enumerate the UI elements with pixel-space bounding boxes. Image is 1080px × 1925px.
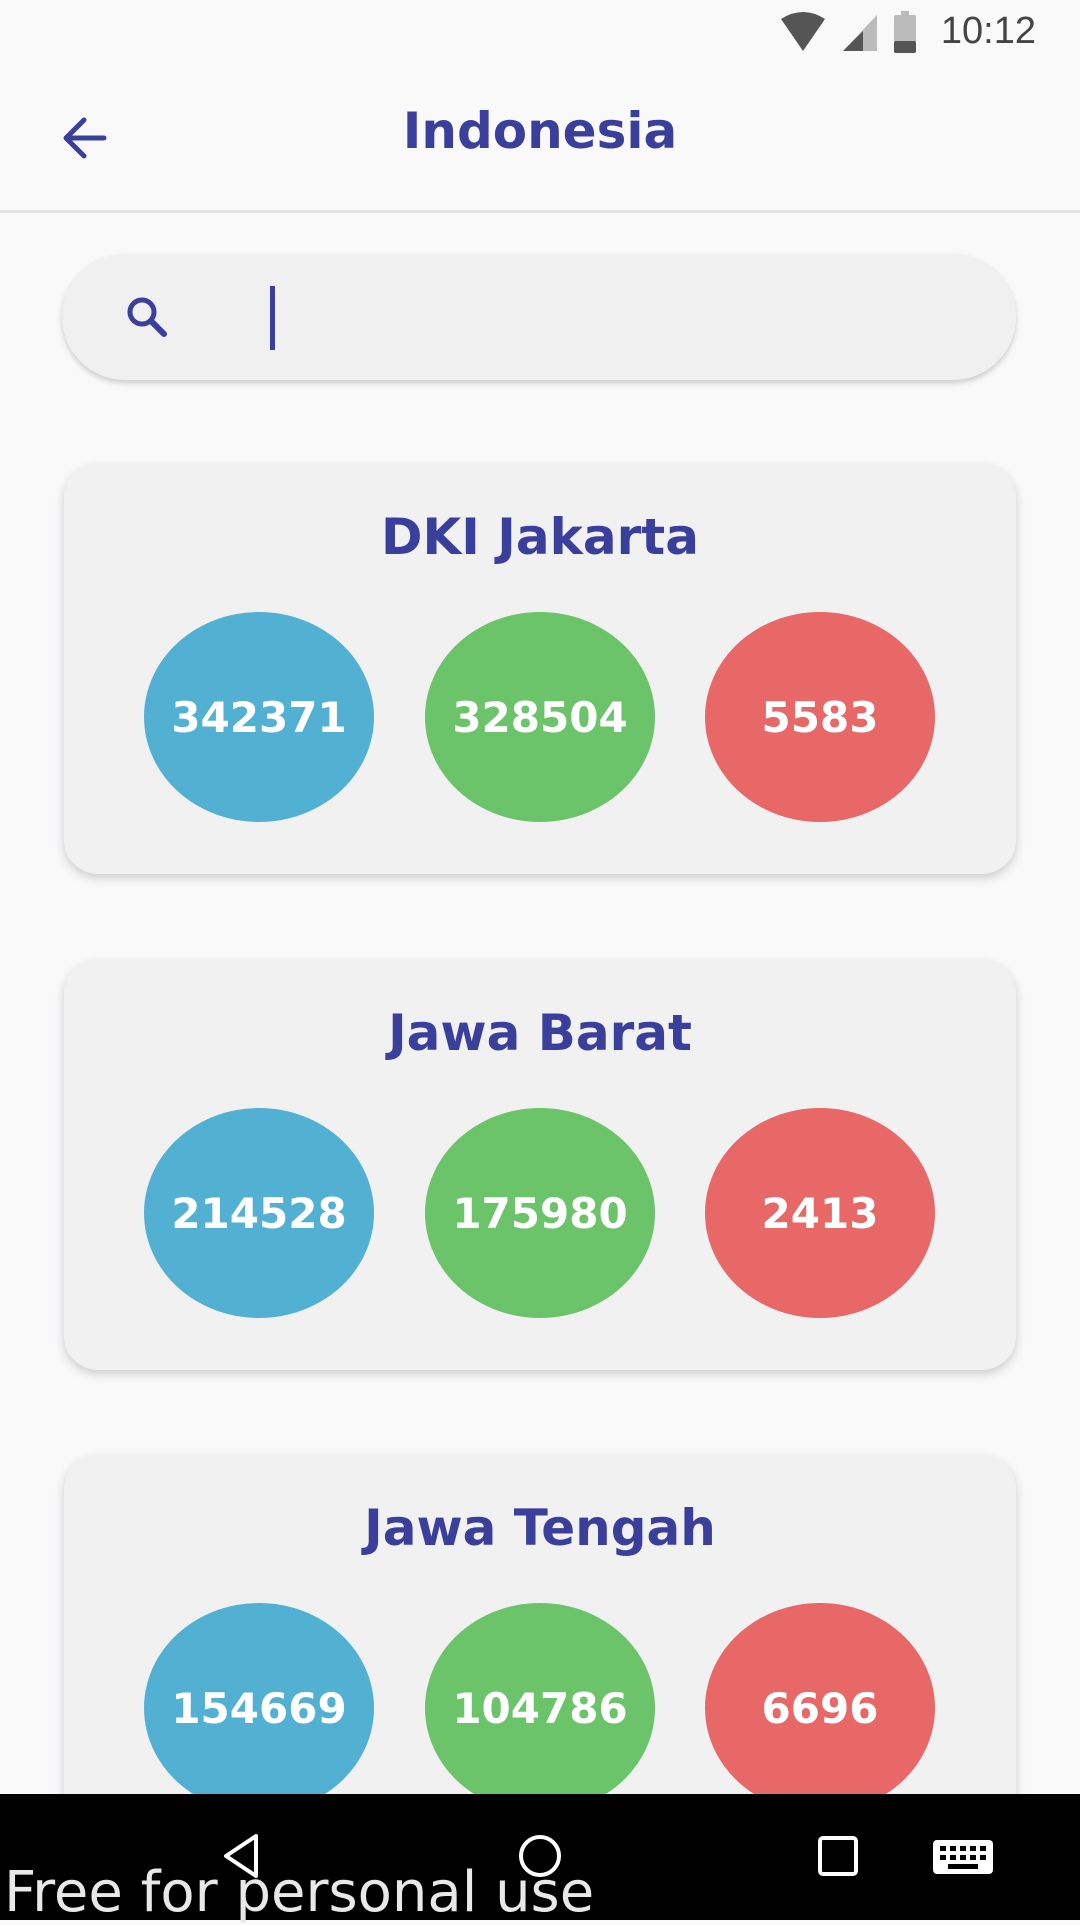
confirmed-count: 154669 <box>144 1603 374 1813</box>
keyboard-icon[interactable] <box>930 1826 996 1886</box>
province-card[interactable]: Jawa Barat 214528 175980 2413 <box>64 960 1016 1370</box>
status-time: 10:12 <box>940 10 1036 52</box>
watermark-text: Free for personal use <box>4 1860 595 1925</box>
recovered-count: 104786 <box>425 1603 655 1813</box>
page-title: Indonesia <box>402 102 678 160</box>
search-bar[interactable] <box>62 254 1016 380</box>
province-card[interactable]: DKI Jakarta 342371 328504 5583 <box>64 464 1016 874</box>
cell-signal-icon <box>842 14 877 51</box>
search-input[interactable] <box>210 280 974 356</box>
confirmed-count: 214528 <box>144 1108 374 1318</box>
app-bar: Indonesia <box>0 64 1080 213</box>
search-icon <box>127 297 167 337</box>
province-name: Jawa Barat <box>388 1004 692 1062</box>
status-bar: 10:12 <box>0 0 1080 64</box>
province-name: Jawa Tengah <box>364 1499 716 1557</box>
nav-recents-icon[interactable] <box>808 1826 868 1886</box>
wifi-icon <box>780 11 825 51</box>
battery-icon <box>893 10 916 53</box>
deaths-count: 5583 <box>705 612 935 822</box>
recovered-count: 175980 <box>425 1108 655 1318</box>
text-cursor <box>270 286 275 350</box>
deaths-count: 2413 <box>705 1108 935 1318</box>
province-name: DKI Jakarta <box>381 508 699 566</box>
status-icons: 10:12 <box>779 10 1036 53</box>
confirmed-count: 342371 <box>144 612 374 822</box>
deaths-count: 6696 <box>705 1603 935 1813</box>
recovered-count: 328504 <box>425 612 655 822</box>
